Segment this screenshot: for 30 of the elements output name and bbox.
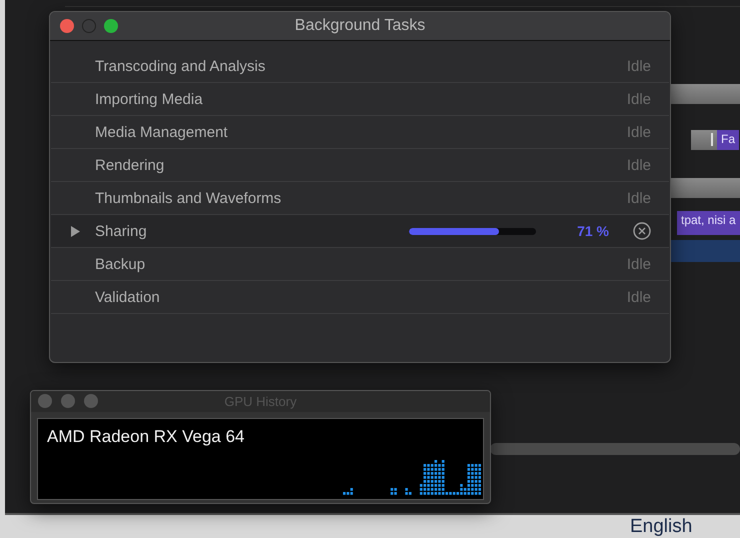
timeline-clip[interactable]: Fa (717, 130, 740, 150)
close-button[interactable] (60, 19, 74, 33)
task-name: Thumbnails and Waveforms (95, 190, 282, 206)
progress-percent: 71 % (577, 223, 609, 239)
task-name: Validation (95, 288, 161, 306)
task-name: Importing Media (95, 90, 204, 108)
minimize-button[interactable] (82, 19, 96, 33)
disclosure-triangle-icon[interactable] (70, 226, 80, 236)
task-name: Rendering (95, 156, 166, 174)
task-status: Idle (626, 124, 652, 140)
language-label: English (630, 516, 692, 537)
task-status: Idle (626, 190, 652, 206)
task-name: Transcoding and Analysis (95, 58, 266, 74)
task-status: Idle (626, 156, 652, 174)
task-status: Idle (626, 256, 652, 272)
task-name: Media Management (95, 124, 229, 140)
zoom-button[interactable] (84, 394, 98, 408)
close-button[interactable] (38, 394, 52, 408)
cancel-icon[interactable] (633, 222, 651, 240)
window-title: Background Tasks (294, 17, 426, 35)
task-status: Idle (626, 288, 652, 306)
scroll-bar[interactable] (490, 443, 740, 455)
task-name: Backup (95, 256, 146, 272)
zoom-button[interactable] (104, 19, 118, 33)
task-status: Idle (626, 58, 652, 74)
timeline-clip[interactable]: tpat, nisi a (677, 211, 740, 235)
task-name: Sharing (95, 222, 148, 240)
gpu-name: AMD Radeon RX Vega 64 (47, 427, 245, 447)
minimize-button[interactable] (61, 394, 75, 408)
task-status: Idle (626, 90, 652, 108)
